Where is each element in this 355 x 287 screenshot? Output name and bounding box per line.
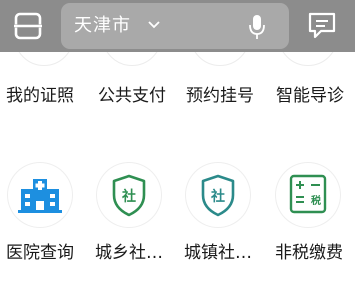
hospital-query-button[interactable] bbox=[8, 163, 72, 227]
message-icon[interactable] bbox=[307, 11, 337, 39]
hospital-icon bbox=[18, 179, 62, 213]
appointment-icon-partial[interactable] bbox=[190, 52, 250, 66]
top-bar: 天津市 bbox=[0, 0, 355, 52]
city-selector[interactable]: 天津市 bbox=[74, 13, 131, 39]
urban-social-security-label[interactable]: 城镇社… bbox=[174, 242, 262, 264]
public-pay-icon-partial[interactable] bbox=[102, 52, 162, 66]
hospital-query-label[interactable]: 医院查询 bbox=[0, 242, 84, 264]
non-tax-payment-label[interactable]: 非税缴费 bbox=[265, 242, 353, 264]
chevron-down-icon[interactable] bbox=[148, 20, 160, 30]
rural-social-security-label[interactable]: 城乡社… bbox=[85, 242, 173, 264]
non-tax-payment-button[interactable]: 税 bbox=[276, 163, 340, 227]
smart-guide-label[interactable]: 智能导诊 bbox=[266, 85, 354, 107]
urban-social-security-button[interactable]: 社 bbox=[186, 163, 250, 227]
rural-social-security-button[interactable]: 社 bbox=[97, 163, 161, 227]
public-pay-label[interactable]: 公共支付 bbox=[88, 85, 176, 107]
tax-calculator-icon: 税 bbox=[289, 174, 327, 214]
smart-guide-icon-partial[interactable] bbox=[278, 52, 338, 66]
svg-text:税: 税 bbox=[311, 194, 321, 207]
appointment-label[interactable]: 预约挂号 bbox=[176, 85, 264, 107]
my-license-label[interactable]: 我的证照 bbox=[0, 85, 84, 107]
scan-icon[interactable] bbox=[14, 12, 42, 40]
city-search-bar[interactable]: 天津市 bbox=[61, 3, 289, 49]
shield-she-icon: 社 bbox=[112, 174, 146, 217]
svg-text:社: 社 bbox=[210, 188, 225, 205]
shield-she-icon: 社 bbox=[201, 174, 235, 217]
microphone-icon[interactable] bbox=[248, 14, 266, 40]
my-license-icon-partial[interactable] bbox=[14, 52, 74, 66]
svg-text:社: 社 bbox=[121, 188, 136, 205]
